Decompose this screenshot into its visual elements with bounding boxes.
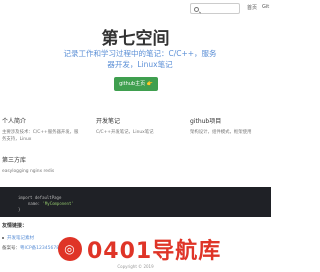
friend-links-title: 友情链接： [2,223,28,229]
column-title-profile: 个人简介 [2,118,27,125]
code-block: import defaultPage name: 'MyComponent' } [0,187,271,217]
github-home-button[interactable]: github主页 👉 [114,77,158,91]
nav-link-home[interactable]: 首页 [247,4,257,11]
footer-copyright: Copyright © 2019 [117,264,154,269]
code-line-3: } [18,207,21,212]
watermark-logo-icon: ◎ [58,237,82,261]
search-input[interactable] [190,3,240,14]
beian-label: 备案号： [2,246,20,251]
third-party-title: 第三方库 [2,157,27,164]
code-line-2: name: 'MyComponent' [28,201,74,206]
column-text-github: 架构设计，组件模式，框架使用 [190,130,252,135]
column-text-notes: C/C++开发笔记，Linux笔记 [96,130,154,135]
friend-link-item[interactable]: 开发笔记素材 [2,235,34,241]
watermark-overlay: ◎ 0401导航库 [58,236,268,264]
third-party-text: easylogging nginx redis [2,169,55,174]
column-title-github: github项目 [190,118,222,125]
watermark-text: 0401导航库 [87,239,222,264]
column-title-notes: 开发笔记 [96,118,121,125]
hero-subtitle: 记录工作和学习过程中的笔记：C/C++，服务器开发，Linux笔记 [63,49,217,69]
hero-title: 第七空间 [101,29,170,49]
nav-link-github[interactable]: Git [262,4,269,10]
code-line-1: import defaultPage [18,195,62,200]
beian-record: 备案号：粤ICP备12345678号 [2,245,64,251]
column-text-profile: 主要涉及技术：C/C++服务器开发，服务支持，Linux [2,130,79,142]
top-bar: 首页 Git [0,0,271,18]
code-key: name [28,201,38,206]
search-icon [194,7,199,12]
bullet-icon [2,236,4,239]
code-value: 'MyComponent' [42,201,74,206]
friend-link-text[interactable]: 开发笔记素材 [7,236,34,241]
